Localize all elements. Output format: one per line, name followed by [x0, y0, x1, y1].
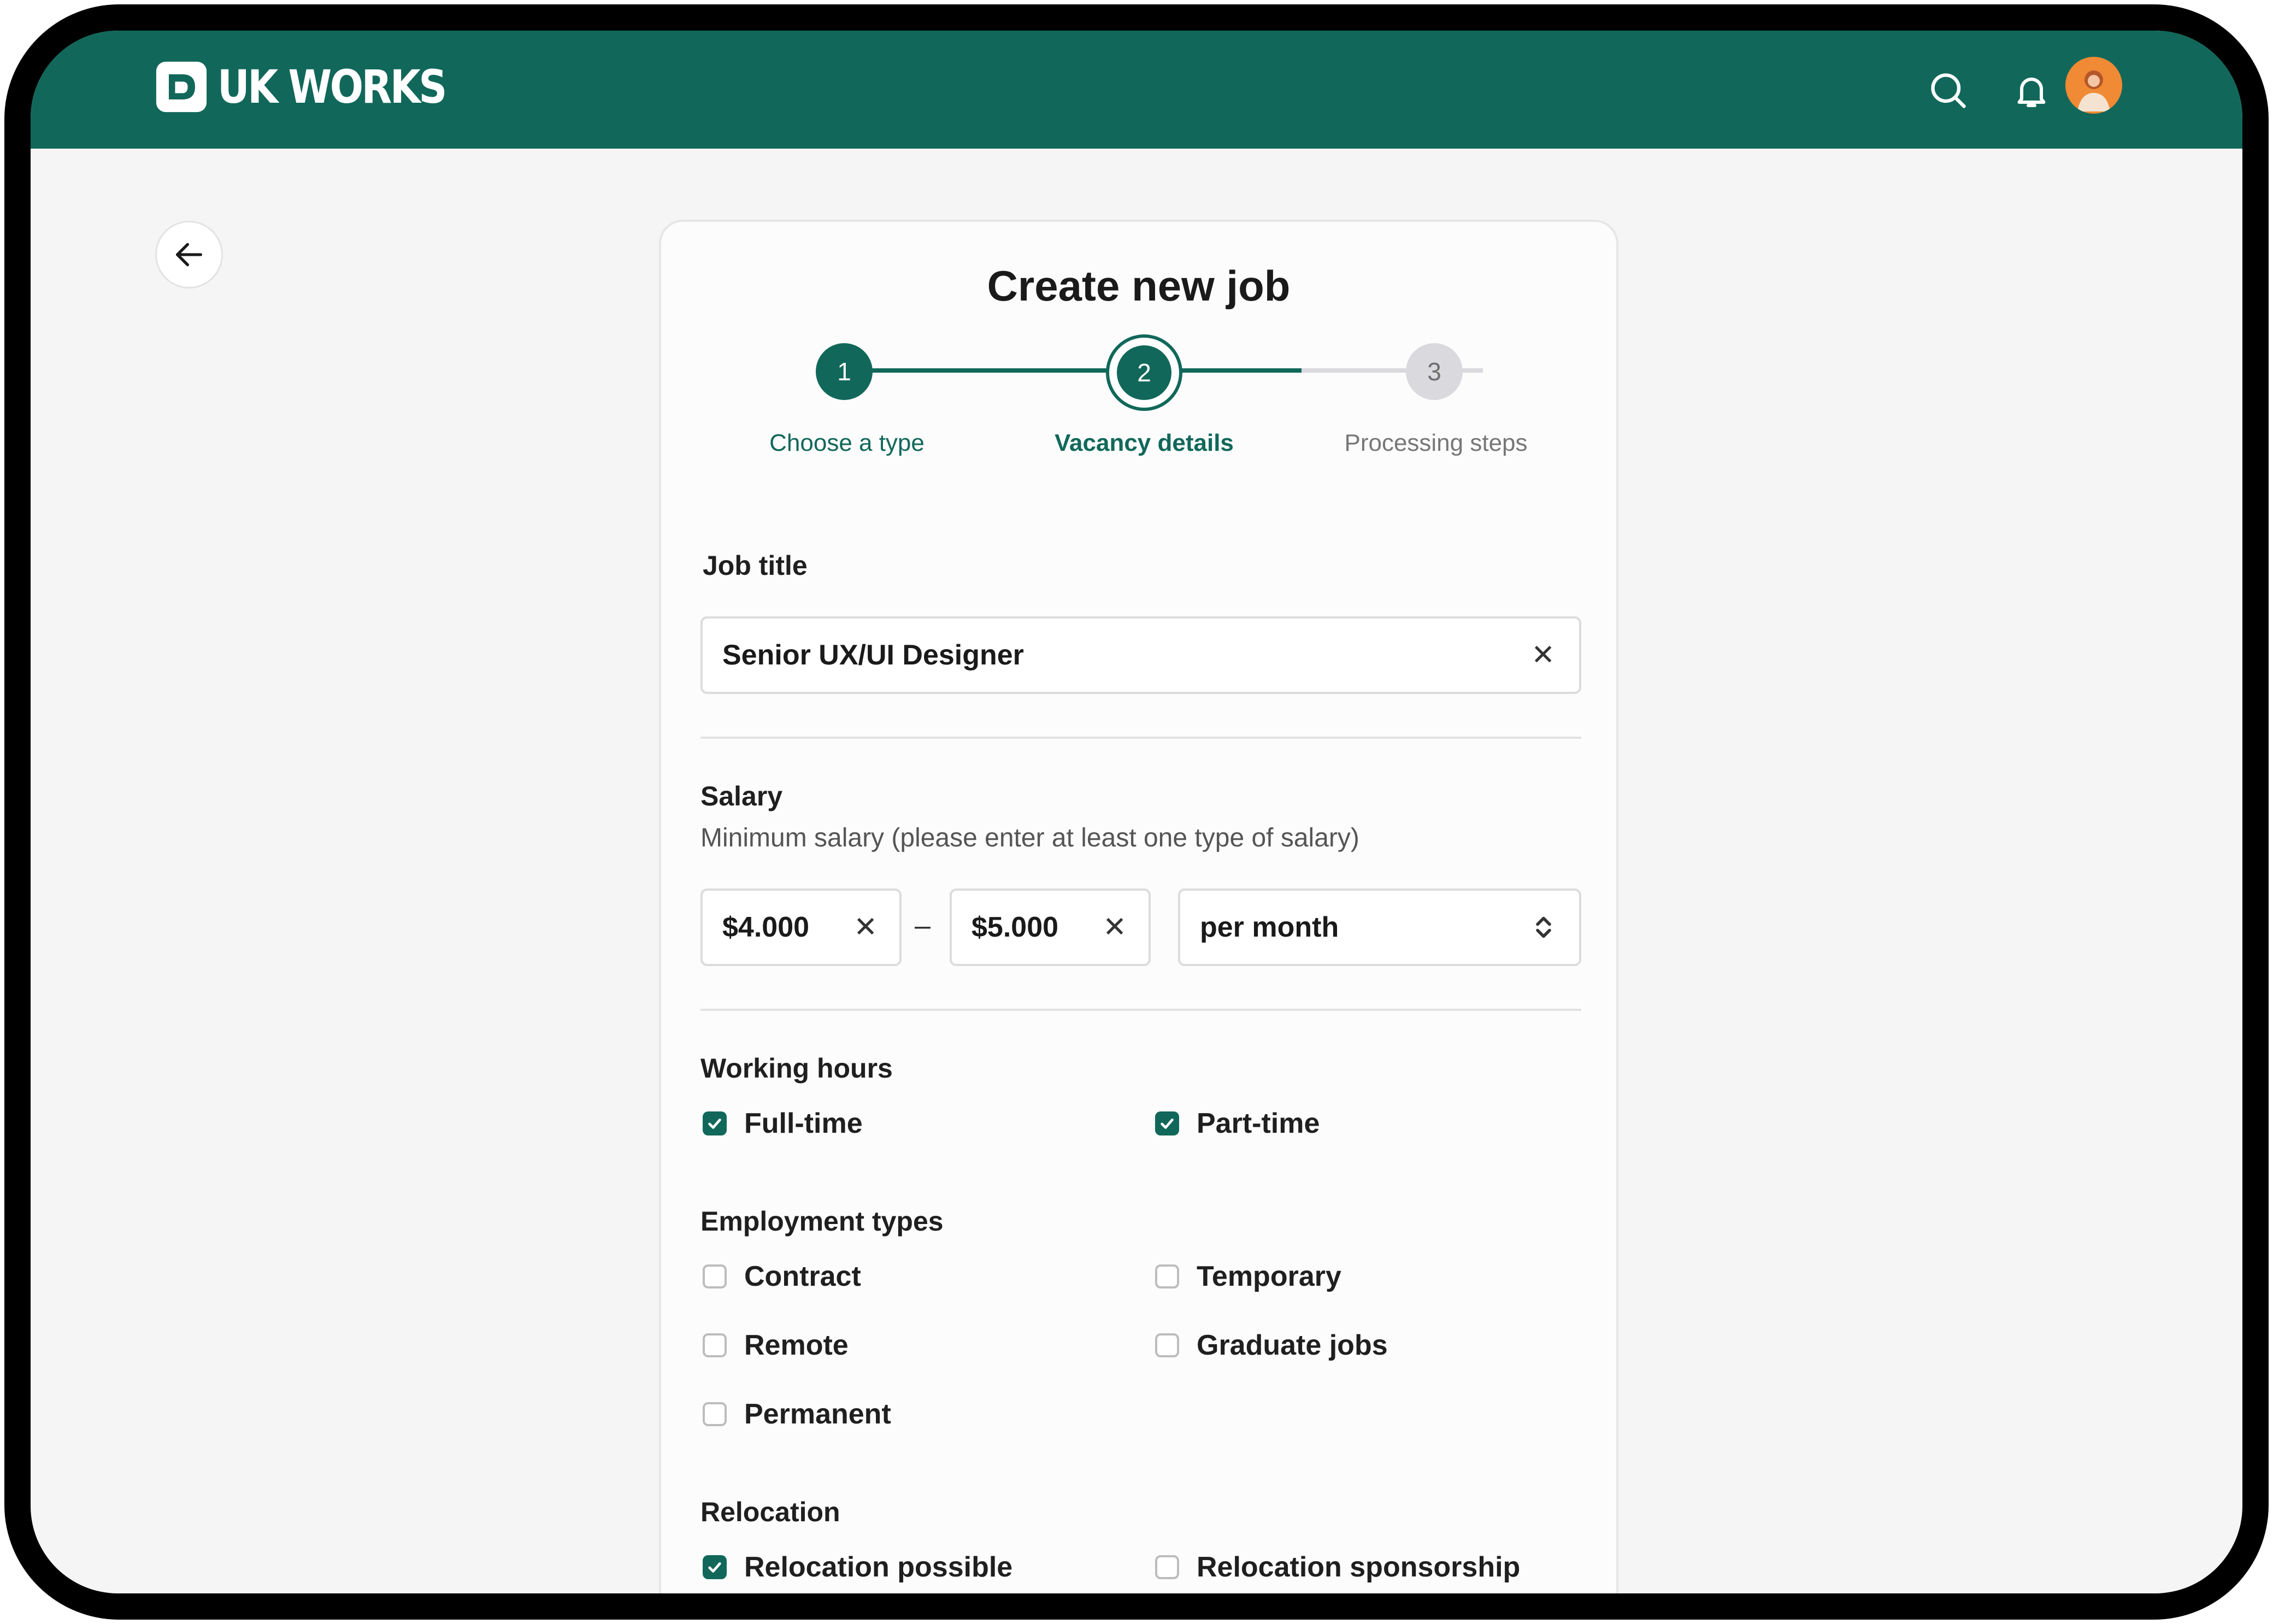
checkbox-permanent[interactable]: Permanent — [703, 1398, 891, 1431]
search-icon[interactable] — [1921, 63, 1976, 118]
app-screen: UK WORKS Create new job 1 2 3 Choose a t… — [31, 31, 2242, 1593]
checkbox-unchecked-icon[interactable] — [703, 1333, 727, 1357]
checkbox-temporary[interactable]: Temporary — [1155, 1260, 1341, 1293]
checkbox-contract[interactable]: Contract — [703, 1260, 861, 1293]
back-button[interactable] — [155, 221, 223, 289]
clear-icon[interactable]: ✕ — [1531, 639, 1555, 672]
divider — [700, 737, 1581, 739]
checkbox-label: Full-time — [744, 1108, 863, 1139]
job-title-label: Job title — [703, 550, 808, 581]
divider — [700, 1009, 1581, 1011]
page-title: Create new job — [987, 262, 1291, 310]
checkbox-unchecked-icon[interactable] — [703, 1402, 727, 1426]
logo[interactable]: UK WORKS — [155, 57, 482, 117]
checkbox-label: Part-time — [1197, 1108, 1320, 1139]
salary-period-select[interactable]: per month — [1178, 889, 1581, 966]
stepper: 1 2 3 Choose a type Vacancy details Proc… — [661, 334, 1616, 456]
relocation-label: Relocation — [700, 1497, 840, 1527]
salary-max-input[interactable]: $5.000 ✕ — [950, 889, 1151, 966]
checkbox-label: Permanent — [744, 1398, 891, 1430]
checkbox-checked-icon[interactable] — [703, 1555, 727, 1579]
step-1-circle[interactable]: 1 — [816, 343, 873, 400]
checkbox-checked-icon[interactable] — [1155, 1111, 1179, 1135]
device-frame: UK WORKS Create new job 1 2 3 Choose a t… — [4, 4, 2269, 1620]
salary-label: Salary — [700, 781, 783, 811]
clear-icon[interactable]: ✕ — [853, 911, 878, 944]
step-2-circle[interactable]: 2 — [1106, 334, 1182, 411]
clear-icon[interactable]: ✕ — [1103, 911, 1127, 944]
step-3-circle[interactable]: 3 — [1406, 343, 1463, 400]
salary-min-input[interactable]: $4.000 ✕ — [700, 889, 902, 966]
checkbox-label: Graduate jobs — [1197, 1329, 1388, 1361]
checkbox-relocation-sponsorship[interactable]: Relocation sponsorship — [1155, 1551, 1520, 1584]
stepper-progress-line — [845, 368, 1302, 373]
checkbox-checked-icon[interactable] — [703, 1111, 727, 1135]
job-title-input[interactable]: Senior UX/UI Designer ✕ — [700, 616, 1581, 694]
salary-min-value: $4.000 — [722, 911, 810, 943]
checkbox-full-time[interactable]: Full-time — [703, 1107, 863, 1140]
checkbox-label: Contract — [744, 1261, 861, 1292]
checkbox-label: Temporary — [1197, 1261, 1341, 1292]
chevron-updown-icon — [1534, 915, 1553, 939]
user-avatar[interactable] — [2065, 57, 2122, 114]
employment-types-label: Employment types — [700, 1206, 944, 1237]
salary-period-value: per month — [1200, 911, 1339, 943]
checkbox-label: Remote — [744, 1329, 849, 1361]
checkbox-unchecked-icon[interactable] — [1155, 1555, 1179, 1579]
checkbox-unchecked-icon[interactable] — [1155, 1333, 1179, 1357]
checkbox-relocation-possible[interactable]: Relocation possible — [703, 1551, 1012, 1584]
top-bar: UK WORKS — [31, 31, 2242, 149]
checkbox-unchecked-icon[interactable] — [1155, 1264, 1179, 1288]
arrow-left-icon — [176, 243, 202, 267]
checkbox-graduate-jobs[interactable]: Graduate jobs — [1155, 1329, 1388, 1362]
checkbox-remote[interactable]: Remote — [703, 1329, 849, 1362]
salary-max-value: $5.000 — [971, 911, 1059, 943]
step-1-label[interactable]: Choose a type — [769, 429, 924, 457]
app-name: UK WORKS — [217, 60, 447, 114]
working-hours-label: Working hours — [700, 1053, 893, 1084]
checkbox-label: Relocation sponsorship — [1197, 1551, 1521, 1583]
salary-hint: Minimum salary (please enter at least on… — [700, 823, 1359, 852]
checkbox-part-time[interactable]: Part-time — [1155, 1107, 1320, 1140]
step-3-label[interactable]: Processing steps — [1344, 429, 1527, 457]
checkbox-label: Relocation possible — [744, 1551, 1013, 1583]
bell-icon[interactable] — [2004, 63, 2059, 118]
checkbox-unchecked-icon[interactable] — [703, 1264, 727, 1288]
create-job-card: Create new job 1 2 3 Choose a type Vacan… — [659, 220, 1618, 1593]
salary-separator: – — [915, 910, 931, 942]
step-2-label[interactable]: Vacancy details — [1055, 429, 1234, 457]
logo-mark-icon — [156, 61, 207, 113]
job-title-value: Senior UX/UI Designer — [722, 639, 1024, 671]
